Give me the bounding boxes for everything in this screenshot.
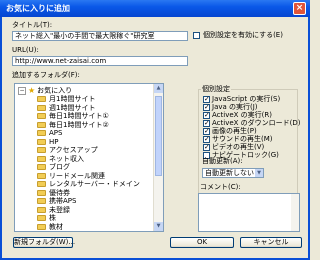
chevron-down-icon[interactable]: ▼ xyxy=(255,169,263,177)
folder-icon xyxy=(37,206,46,213)
tree-folder-item[interactable]: 教材 xyxy=(37,223,63,232)
folder-tree[interactable]: − ★ お気に入り 月1時間サイト 週1時間サイト 毎日1時間サイト① 毎日1時間サイト②… xyxy=(14,83,164,232)
close-button[interactable]: × xyxy=(293,2,306,15)
folder-icon xyxy=(37,96,46,102)
folder-icon xyxy=(37,155,46,162)
comment-scrollbar[interactable] xyxy=(291,194,299,231)
setting-checkbox[interactable] xyxy=(203,103,210,112)
folder-icon xyxy=(37,181,46,187)
scroll-up-icon[interactable]: ▲ xyxy=(154,84,163,93)
folder-icon xyxy=(37,113,46,119)
add-favorite-dialog: お気に入りに追加 × タイトル(T): ネット総入"最小の手間で最大限稼ぐ"研究… xyxy=(0,0,310,260)
window-title: お気に入りに追加 xyxy=(6,4,70,13)
folder-icon xyxy=(37,189,46,196)
auto-refresh-label: 自動更新(A): xyxy=(202,157,243,165)
url-label: URL(U): xyxy=(12,46,39,54)
scroll-thumb[interactable] xyxy=(155,96,162,176)
tree-scrollbar[interactable]: ▲ ▼ xyxy=(153,84,163,231)
title-bar[interactable]: お気に入りに追加 × xyxy=(0,0,310,17)
setting-checkbox[interactable] xyxy=(203,119,210,128)
folder-icon xyxy=(37,164,46,170)
folder-icon xyxy=(37,223,46,230)
individual-settings-label: 個別設定を有効にする(E) xyxy=(203,31,283,39)
folder-icon xyxy=(37,138,46,145)
folder-icon xyxy=(37,104,46,111)
folder-icon xyxy=(37,198,46,204)
url-input[interactable]: http://www.net-zaisai.com xyxy=(12,56,188,66)
scroll-down-icon[interactable]: ▼ xyxy=(154,222,163,231)
auto-refresh-select[interactable]: 自動更新しない ▼ xyxy=(202,168,264,178)
cancel-button[interactable]: キャンセル xyxy=(240,237,302,248)
ok-button[interactable]: OK xyxy=(170,237,234,248)
folder-icon xyxy=(37,215,46,221)
setting-checkbox[interactable] xyxy=(203,143,210,152)
star-icon: ★ xyxy=(28,86,36,95)
folder-icon xyxy=(37,172,46,179)
folder-icon xyxy=(37,147,46,153)
individual-settings-checkbox[interactable] xyxy=(193,32,200,39)
setting-checkbox[interactable] xyxy=(203,135,210,144)
setting-checkbox[interactable] xyxy=(203,95,210,104)
collapse-icon[interactable]: − xyxy=(18,86,26,95)
folder-icon xyxy=(37,121,46,128)
setting-checkbox[interactable] xyxy=(203,127,210,136)
folder-icon xyxy=(37,130,46,136)
folder-label: 追加するフォルダ(F): xyxy=(12,71,80,79)
new-folder-button[interactable]: 新規フォルダ(W)... xyxy=(13,237,75,248)
comment-label: コメント(C): xyxy=(200,183,241,191)
settings-group-label: 個別設定 xyxy=(201,85,231,94)
comment-input[interactable] xyxy=(198,193,300,232)
setting-checkbox[interactable] xyxy=(203,111,210,120)
title-label: タイトル(T): xyxy=(12,21,53,29)
title-input[interactable]: ネット総入"最小の手間で最大限稼ぐ"研究室 xyxy=(12,31,188,41)
